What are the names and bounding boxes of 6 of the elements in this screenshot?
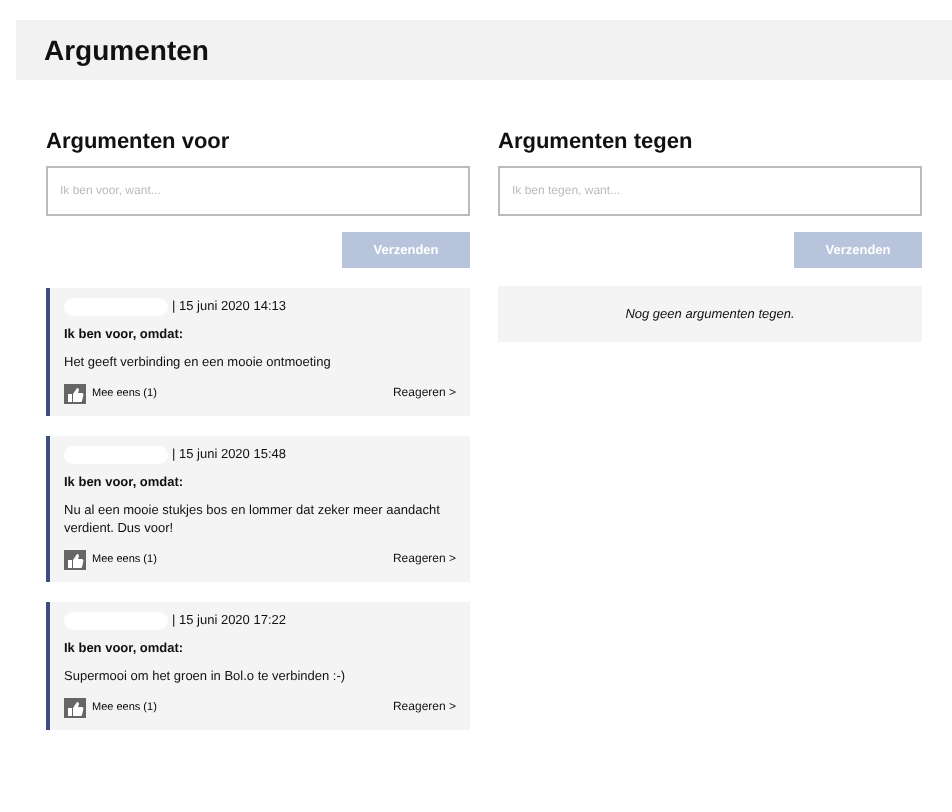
thumbs-up-icon — [64, 550, 86, 570]
section-heading: Argumenten voor — [46, 130, 232, 154]
thumbs-up-icon — [64, 698, 86, 718]
thumbs-up-icon — [64, 384, 86, 404]
page-title: Argumenten — [44, 34, 209, 66]
section-heading: Argumenten tegen — [498, 130, 695, 154]
